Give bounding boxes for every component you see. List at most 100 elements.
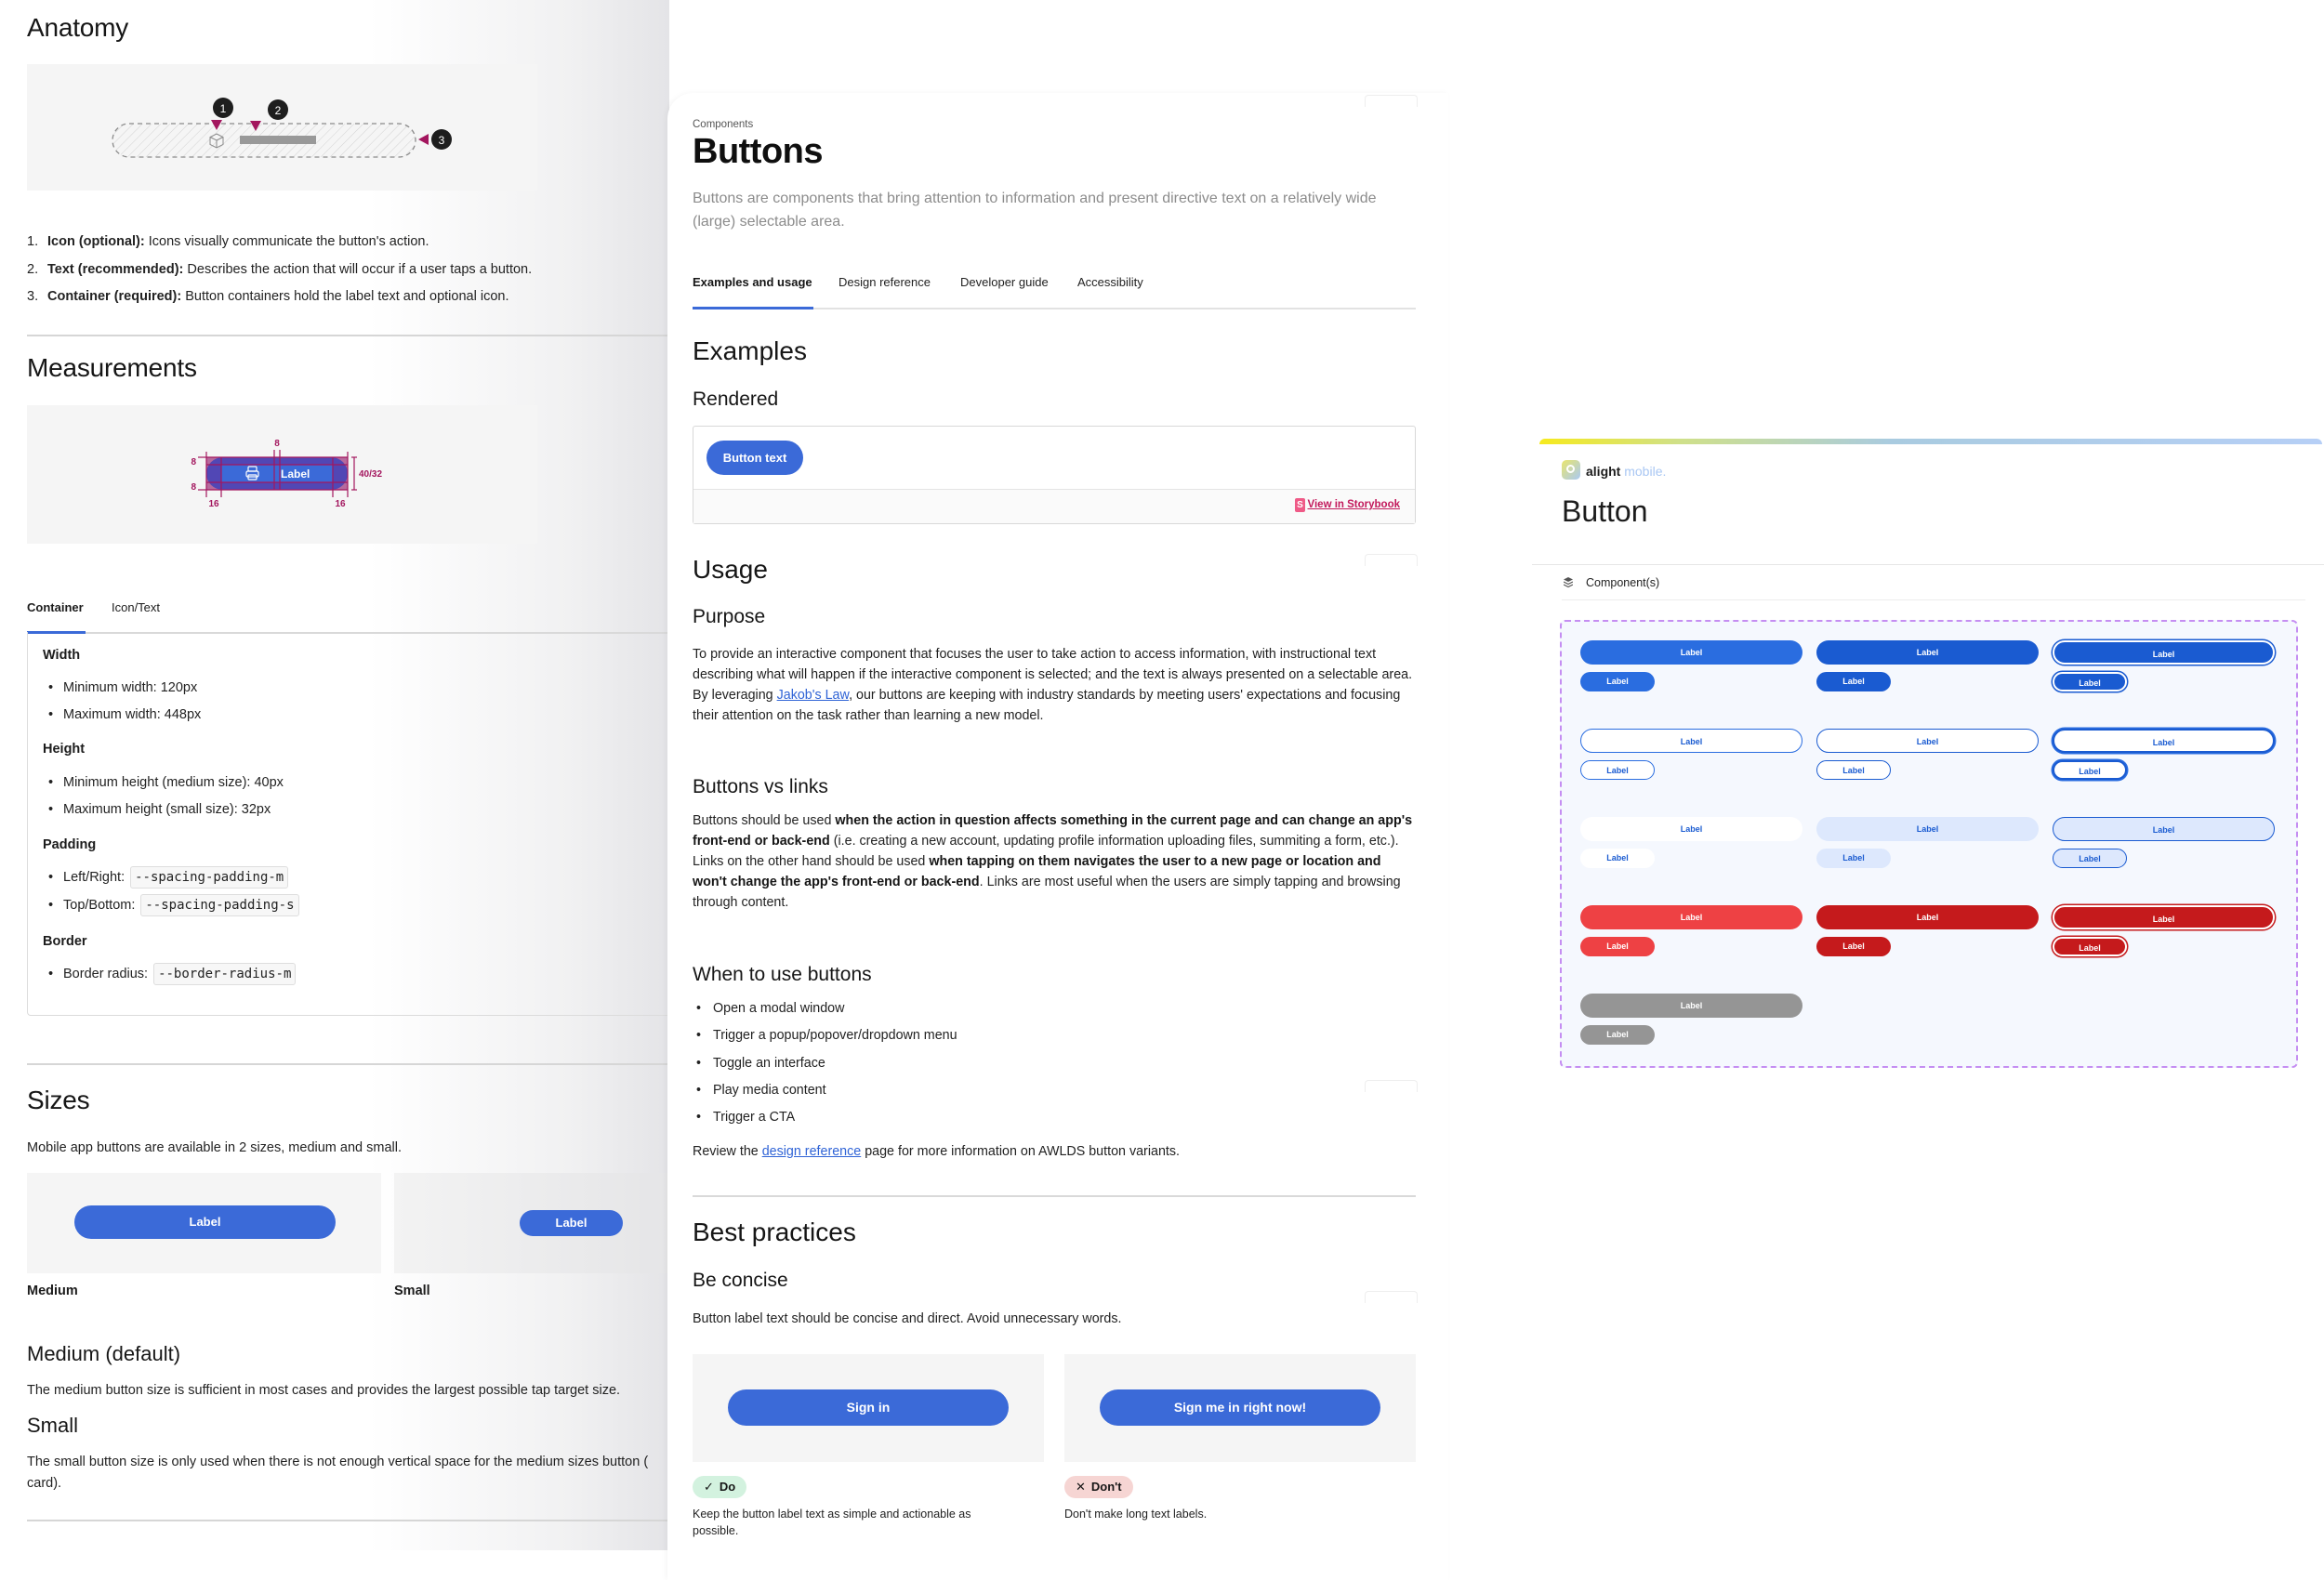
height-item: Minimum height (medium size): 40px <box>48 775 284 790</box>
height-item: Maximum height (small size): 32px <box>48 802 271 817</box>
measurement-illustration: Label 8 8 8 16 16 40/32 <box>191 439 382 509</box>
variant-button-disabled-default-small[interactable]: Label <box>1580 1025 1655 1045</box>
variant-button-secondary-pressed-small[interactable]: Label <box>1816 760 1891 780</box>
variant-button-secondary-focused-medium[interactable]: Label <box>2053 729 2275 753</box>
tab-icon-text[interactable]: Icon/Text <box>112 600 160 614</box>
rendered-example: Button text S View in Storybook <box>693 426 1416 524</box>
dont-example-card: Sign me in right now! <box>1064 1354 1416 1462</box>
list-item: Toggle an interface <box>693 1053 957 1080</box>
rendered-footer: S View in Storybook <box>693 489 1415 523</box>
alight-mobile-logo: alight mobile. <box>1586 464 1667 479</box>
measure-height-label: 40/32 <box>359 469 382 480</box>
buttons-vs-links-text: Buttons should be used when the action i… <box>693 813 1413 910</box>
jakobs-law-link[interactable]: Jakob's Law <box>777 688 849 703</box>
variant-button-destructive-default-small[interactable]: Label <box>1580 937 1655 956</box>
ghost-tab <box>1365 95 1418 107</box>
medium-default-text: The medium button size is sufficient in … <box>27 1383 621 1398</box>
list-item: Open a modal window <box>693 998 957 1025</box>
page-title: Buttons <box>693 132 824 171</box>
border-item: Border radius:--border-radius-m <box>48 963 297 985</box>
measure-right-pad-label: 16 <box>335 499 346 509</box>
sign-in-button[interactable]: Sign in <box>728 1389 1009 1426</box>
list-item: Trigger a popup/popover/dropdown menu <box>693 1025 957 1052</box>
variant-button-primary-focused-medium[interactable]: Label <box>2053 640 2275 665</box>
tab-container[interactable]: Container <box>27 600 84 614</box>
tab-design-reference[interactable]: Design reference <box>838 275 931 289</box>
anatomy-heading: Anatomy <box>27 13 129 42</box>
width-item: Maximum width: 448px <box>48 707 201 722</box>
marker-2-label: 2 <box>275 104 282 117</box>
small-text-line2: card). <box>27 1476 62 1491</box>
when-to-use-heading: When to use buttons <box>693 964 872 985</box>
variant-button-primary-pressed-medium[interactable]: Label <box>1816 640 2039 665</box>
anatomy-item: 1. Icon (optional): Icons visually commun… <box>27 234 429 249</box>
x-icon: ✕ <box>1076 1480 1086 1494</box>
variant-button-primary-pressed-small[interactable]: Label <box>1816 672 1891 691</box>
variant-button-secondary-default-medium[interactable]: Label <box>1580 729 1802 753</box>
measurements-diagram: Label 8 8 8 16 16 40/32 <box>27 405 537 544</box>
tab-accessibility[interactable]: Accessibility <box>1077 275 1143 289</box>
rendered-heading: Rendered <box>693 388 779 410</box>
token-code: --spacing-padding-m <box>130 866 289 889</box>
tab-examples-usage[interactable]: Examples and usage <box>693 275 812 289</box>
be-concise-text: Button label text should be concise and … <box>693 1311 1122 1326</box>
anatomy-illustration: 1 2 3 <box>112 98 452 158</box>
variant-button-primary-default-small[interactable]: Label <box>1580 672 1655 691</box>
variant-button-secondary-default-small[interactable]: Label <box>1580 760 1655 780</box>
be-concise-heading: Be concise <box>693 1270 788 1291</box>
brand-gradient-bar <box>1539 439 2322 444</box>
layers-icon <box>1563 577 1574 588</box>
measure-bottom-pad-label: 8 <box>191 482 196 493</box>
tab-developer-guide[interactable]: Developer guide <box>960 275 1049 289</box>
size-caption-small: Small <box>394 1284 430 1298</box>
variant-button-destructive-pressed-small[interactable]: Label <box>1816 937 1891 956</box>
variant-button-primary-focused-small[interactable]: Label <box>2053 672 2127 691</box>
sign-me-in-button[interactable]: Sign me in right now! <box>1100 1389 1380 1426</box>
dont-badge: ✕ Don't <box>1064 1476 1133 1498</box>
medium-default-heading: Medium (default) <box>27 1342 181 1365</box>
divider <box>693 1195 1416 1197</box>
size-card-medium: Label <box>27 1173 381 1273</box>
example-button[interactable]: Button text <box>706 441 803 475</box>
do-badge: ✓ Do <box>693 1476 747 1498</box>
breadcrumb[interactable]: Components <box>693 119 753 130</box>
variant-button-primary-default-medium[interactable]: Label <box>1580 640 1802 665</box>
variant-button-destructive-focused-medium[interactable]: Label <box>2053 905 2275 929</box>
best-practices-heading: Best practices <box>693 1218 856 1246</box>
variant-button-tertiary-pressed-small[interactable]: Label <box>1816 849 1891 868</box>
padding-item: Top/Bottom:--spacing-padding-s <box>48 894 299 916</box>
variant-button-destructive-focused-small[interactable]: Label <box>2053 937 2127 956</box>
view-in-storybook-link[interactable]: View in Storybook <box>1308 499 1400 510</box>
left-doc-panel: Anatomy 1 2 3 1. Icon (optional): Icons … <box>0 0 669 1550</box>
variant-button-destructive-pressed-medium[interactable]: Label <box>1816 905 2039 929</box>
variant-button-tertiary-default-small[interactable]: Label <box>1580 849 1655 868</box>
active-tab-indicator <box>693 307 813 309</box>
size-card-small: Label <box>394 1173 669 1273</box>
anatomy-diagram: 1 2 3 <box>27 64 537 191</box>
alight-logo-icon <box>1562 460 1580 480</box>
variant-button-tertiary-pressed-medium[interactable]: Label <box>1816 817 2039 841</box>
measure-top-label: 8 <box>274 439 280 449</box>
list-item: Play media content <box>693 1080 957 1107</box>
variant-button-secondary-focused-small[interactable]: Label <box>2053 760 2127 780</box>
padding-item: Left/Right:--spacing-padding-m <box>48 866 289 889</box>
design-reference-link[interactable]: design reference <box>762 1144 862 1159</box>
variant-button-secondary-pressed-medium[interactable]: Label <box>1816 729 2039 753</box>
examples-heading: Examples <box>693 336 807 365</box>
height-heading: Height <box>43 742 86 757</box>
divider <box>27 1063 669 1065</box>
variant-button-tertiary-default-medium[interactable]: Label <box>1580 817 1802 841</box>
medium-sample-button[interactable]: Label <box>74 1205 336 1239</box>
small-sample-button[interactable]: Label <box>520 1210 623 1236</box>
ghost-tab <box>1365 1080 1418 1092</box>
size-caption-medium: Medium <box>27 1284 78 1298</box>
divider <box>1532 564 2324 565</box>
anatomy-item: 3. Container (required): Button container… <box>27 289 509 304</box>
variant-button-tertiary-focused-medium[interactable]: Label <box>2053 817 2275 841</box>
variant-button-destructive-default-medium[interactable]: Label <box>1580 905 1802 929</box>
sizes-intro: Mobile app buttons are available in 2 si… <box>27 1140 402 1155</box>
variant-button-tertiary-focused-small[interactable]: Label <box>2053 849 2127 868</box>
components-section-label: Component(s) <box>1586 576 1660 589</box>
padding-heading: Padding <box>43 837 97 852</box>
variant-button-disabled-default-medium[interactable]: Label <box>1580 994 1802 1018</box>
